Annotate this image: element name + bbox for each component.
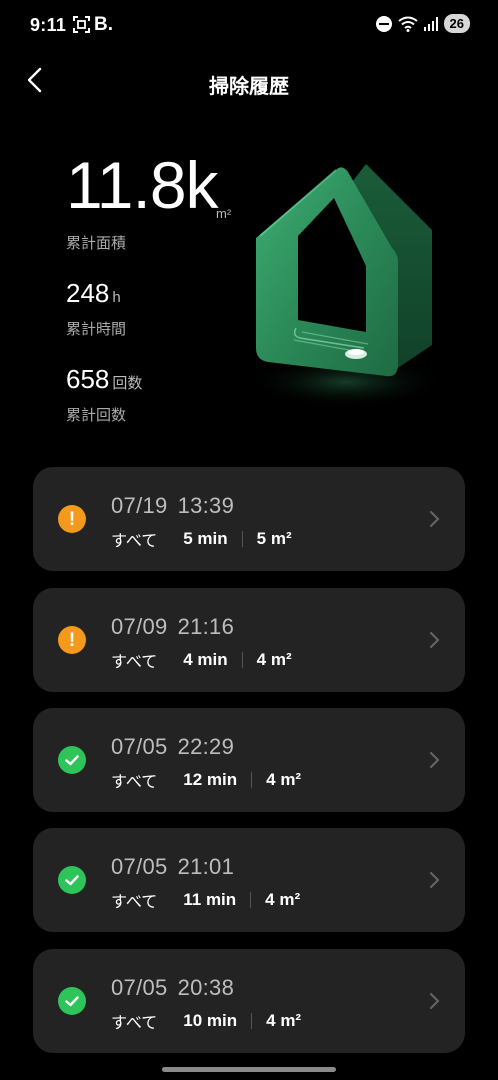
history-record[interactable]: 07/05 21:01 すべて 11 min 4 m² bbox=[33, 828, 465, 932]
screenshot-icon bbox=[73, 16, 90, 33]
total-area-unit: m² bbox=[216, 206, 232, 221]
record-duration: 5 min bbox=[183, 529, 228, 548]
total-count-label: 累計回数 bbox=[66, 407, 127, 424]
warning-icon bbox=[58, 626, 86, 654]
record-date: 07/05 bbox=[111, 975, 168, 1000]
record-area-unit: m² bbox=[280, 770, 302, 789]
record-date: 07/05 bbox=[111, 734, 168, 759]
total-area-label: 累計面積 bbox=[66, 235, 127, 252]
record-datetime: 07/05 22:29 bbox=[111, 734, 234, 760]
total-count-value: 658 bbox=[66, 364, 110, 394]
record-area-unit: m² bbox=[280, 1011, 302, 1030]
record-time: 22:29 bbox=[177, 734, 235, 759]
record-mode: すべて bbox=[111, 1015, 158, 1032]
divider bbox=[251, 772, 253, 788]
record-area-unit: m² bbox=[270, 529, 292, 548]
history-record[interactable]: 07/19 13:39 すべて 5 min 5 m² bbox=[33, 467, 465, 571]
check-icon bbox=[58, 987, 86, 1015]
divider bbox=[241, 531, 243, 547]
record-datetime: 07/19 13:39 bbox=[111, 493, 234, 519]
check-icon bbox=[58, 866, 86, 894]
record-details: すべて 4 min 4 m² bbox=[111, 648, 292, 672]
status-time: 9:11 bbox=[30, 15, 67, 35]
record-duration: 11 min bbox=[183, 890, 237, 909]
record-area-unit: m² bbox=[270, 650, 292, 669]
divider bbox=[241, 652, 243, 668]
record-area: 5 bbox=[256, 529, 267, 548]
divider bbox=[251, 1013, 253, 1029]
total-count-unit: 回数 bbox=[112, 375, 143, 392]
record-duration: 12 min bbox=[183, 770, 238, 789]
record-area: 4 bbox=[256, 650, 267, 669]
record-time: 13:39 bbox=[177, 493, 235, 518]
chevron-right-icon bbox=[430, 632, 440, 648]
total-time-label: 累計時間 bbox=[66, 321, 127, 338]
history-record[interactable]: 07/09 21:16 すべて 4 min 4 m² bbox=[33, 588, 465, 692]
record-mode: すべて bbox=[111, 894, 158, 911]
record-duration: 4 min bbox=[183, 650, 228, 669]
history-record[interactable]: 07/05 20:38 すべて 10 min 4 m² bbox=[33, 949, 465, 1053]
record-mode: すべて bbox=[111, 533, 158, 550]
record-date: 07/09 bbox=[111, 614, 168, 639]
record-area: 4 bbox=[266, 1011, 276, 1030]
chevron-right-icon bbox=[430, 872, 440, 888]
record-details: すべて 5 min 5 m² bbox=[111, 527, 292, 551]
wifi-icon bbox=[397, 16, 418, 32]
chevron-right-icon bbox=[430, 993, 440, 1009]
total-time: 248 h bbox=[66, 278, 121, 309]
record-datetime: 07/09 21:16 bbox=[111, 614, 234, 640]
record-time: 20:38 bbox=[177, 975, 235, 1000]
record-details: すべて 10 min 4 m² bbox=[111, 1009, 301, 1033]
page-title: 掃除履歴 bbox=[209, 76, 289, 98]
record-mode: すべて bbox=[111, 654, 158, 671]
signal-icon bbox=[423, 16, 438, 31]
status-bar: 9:11 B. 26 bbox=[0, 0, 498, 52]
status-app-indicator: B. bbox=[94, 14, 113, 35]
record-datetime: 07/05 20:38 bbox=[111, 975, 234, 1001]
status-right-icons: 26 bbox=[375, 14, 470, 33]
battery-badge: 26 bbox=[443, 14, 470, 33]
chevron-right-icon bbox=[430, 511, 440, 527]
record-area: 4 bbox=[266, 770, 276, 789]
home-indicator[interactable] bbox=[162, 1067, 336, 1072]
total-count: 658 回数 bbox=[66, 364, 142, 395]
record-details: すべて 11 min 4 m² bbox=[111, 888, 300, 912]
warning-icon bbox=[58, 505, 86, 533]
header: 掃除履歴 bbox=[0, 52, 498, 110]
record-time: 21:16 bbox=[177, 614, 235, 639]
record-date: 07/05 bbox=[111, 854, 168, 879]
record-details: すべて 12 min 4 m² bbox=[111, 768, 301, 792]
record-time: 21:01 bbox=[177, 854, 235, 879]
record-datetime: 07/05 21:01 bbox=[111, 854, 234, 880]
record-mode: すべて bbox=[111, 774, 158, 791]
record-date: 07/19 bbox=[111, 493, 168, 518]
record-area: 4 bbox=[265, 890, 275, 909]
house-illustration bbox=[246, 164, 446, 408]
total-area-value: 11.8k bbox=[66, 148, 219, 222]
total-time-unit: h bbox=[112, 289, 121, 306]
divider bbox=[250, 892, 252, 908]
record-area-unit: m² bbox=[279, 890, 301, 909]
do-not-disturb-icon bbox=[375, 15, 392, 32]
check-icon bbox=[58, 746, 86, 774]
record-duration: 10 min bbox=[183, 1011, 238, 1030]
history-record[interactable]: 07/05 22:29 すべて 12 min 4 m² bbox=[33, 708, 465, 812]
chevron-right-icon bbox=[430, 752, 440, 768]
total-time-value: 248 bbox=[66, 278, 110, 308]
